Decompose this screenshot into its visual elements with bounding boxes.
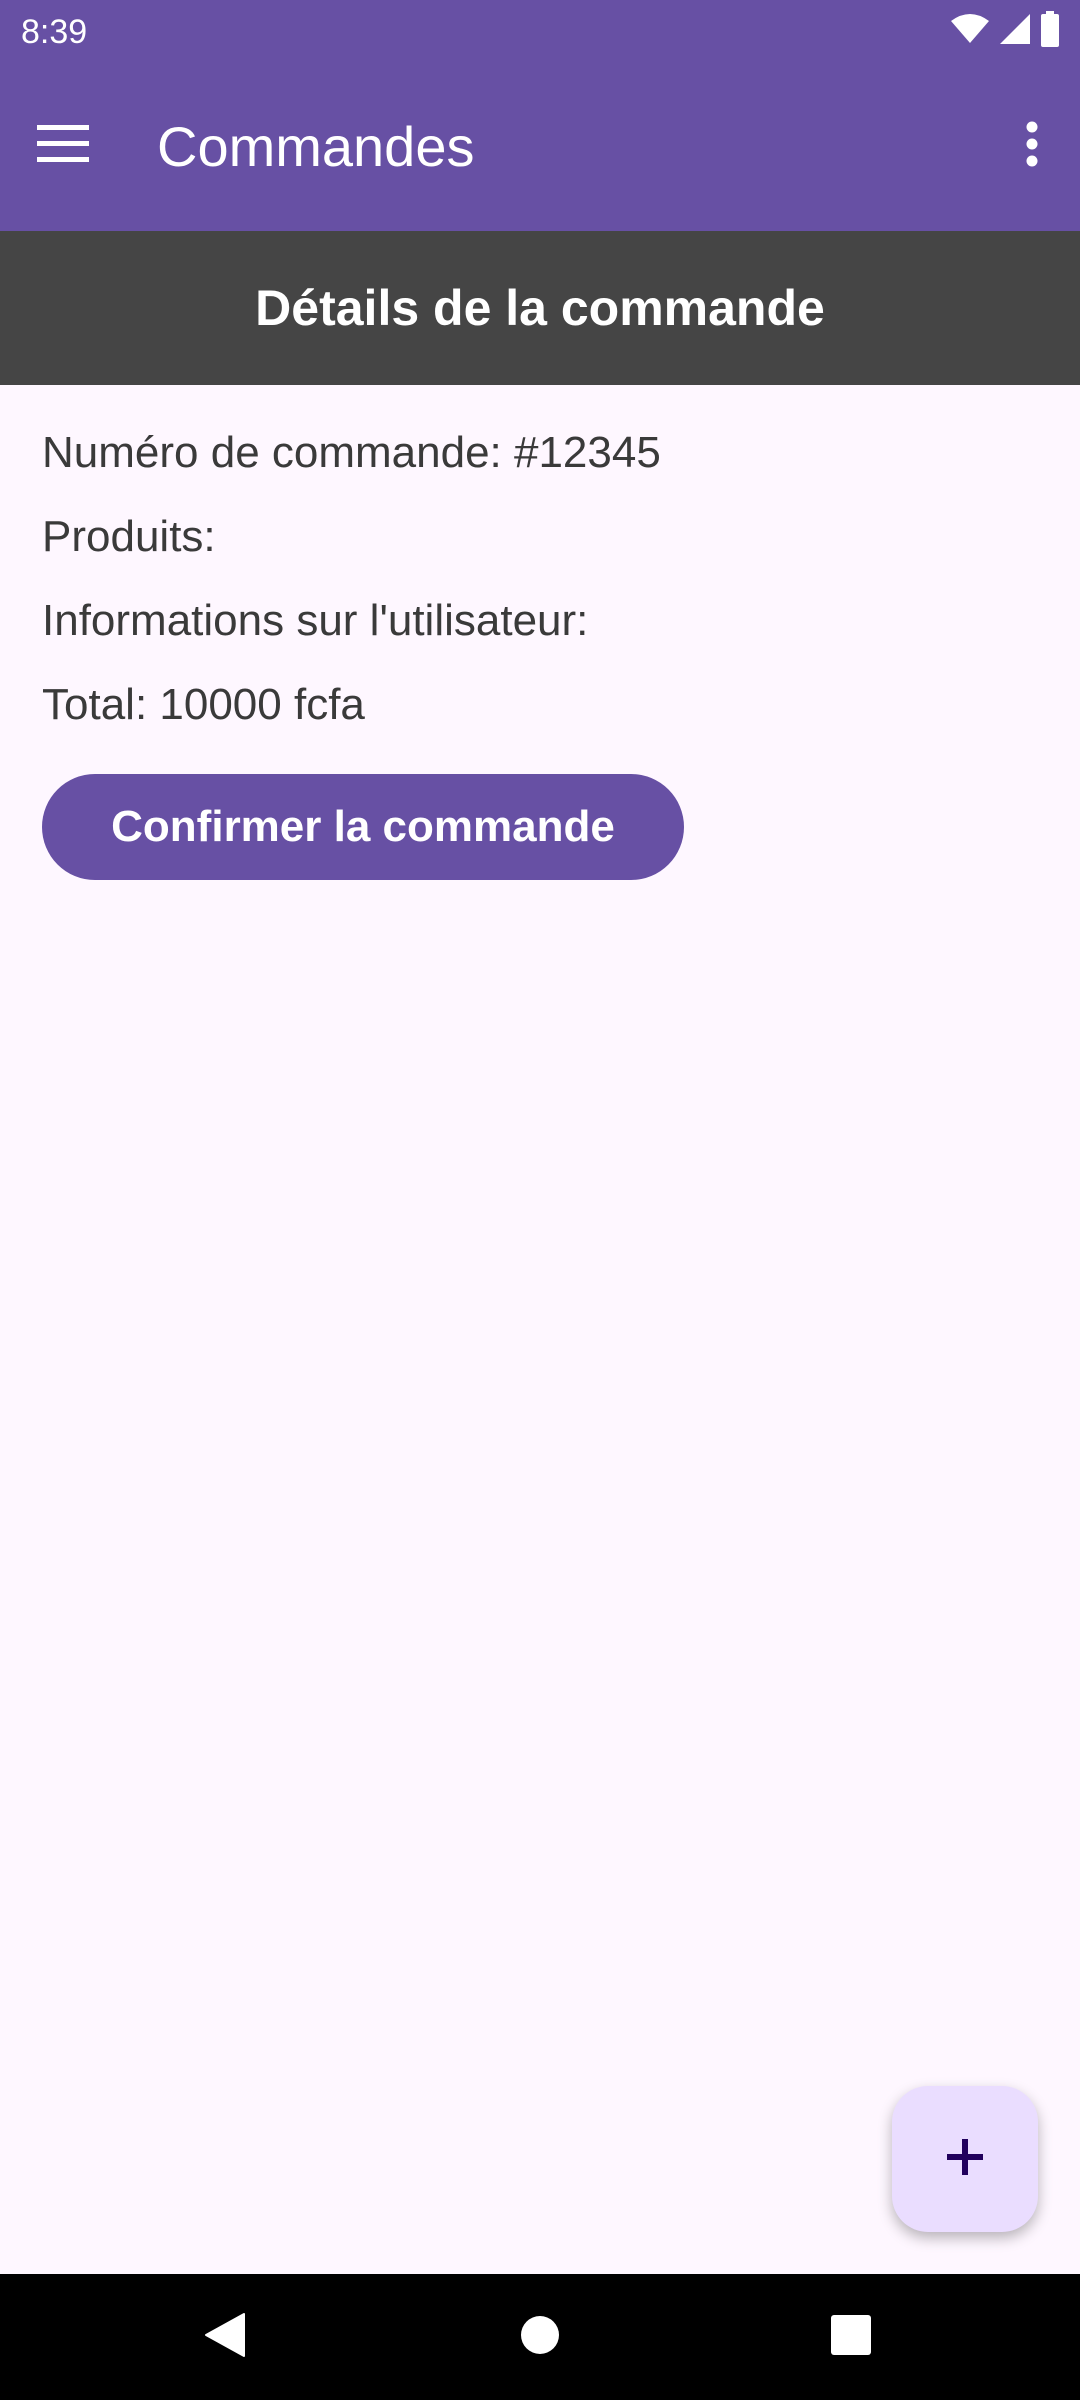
order-total: Total: 10000 fcfa bbox=[42, 680, 365, 729]
home-button[interactable] bbox=[505, 2302, 575, 2372]
screen: 8:39 Commandes Détails de la commande Nu… bbox=[0, 0, 1080, 2400]
hamburger-menu-icon bbox=[37, 124, 89, 168]
more-vert-icon bbox=[1026, 121, 1038, 172]
recents-icon bbox=[831, 2314, 871, 2360]
section-title: Détails de la commande bbox=[255, 280, 825, 336]
app-bar: Commandes bbox=[0, 63, 1080, 231]
section-header: Détails de la commande bbox=[0, 231, 1080, 385]
confirm-order-label: Confirmer la commande bbox=[111, 802, 615, 851]
menu-button[interactable] bbox=[30, 113, 96, 179]
home-icon bbox=[520, 2315, 560, 2360]
overflow-menu-button[interactable] bbox=[1002, 111, 1062, 181]
add-fab-button[interactable] bbox=[892, 2086, 1038, 2232]
status-bar: 8:39 bbox=[0, 0, 1080, 63]
order-user-info: Informations sur l'utilisateur: bbox=[42, 596, 589, 645]
back-button[interactable] bbox=[190, 2302, 260, 2372]
confirm-order-button[interactable]: Confirmer la commande bbox=[42, 774, 684, 880]
battery-icon bbox=[1040, 10, 1060, 52]
plus-icon bbox=[947, 2138, 983, 2180]
signal-icon bbox=[998, 12, 1032, 51]
back-icon bbox=[204, 2312, 246, 2363]
order-products: Produits: bbox=[42, 512, 216, 561]
navigation-bar bbox=[0, 2274, 1080, 2400]
status-time: 8:39 bbox=[21, 13, 88, 51]
order-number: Numéro de commande: #12345 bbox=[42, 428, 661, 477]
order-details: Numéro de commande: #12345 Produits: Inf… bbox=[42, 425, 1042, 761]
wifi-icon bbox=[950, 13, 990, 50]
status-icons bbox=[950, 10, 1060, 52]
app-title: Commandes bbox=[157, 115, 475, 178]
recents-button[interactable] bbox=[816, 2302, 886, 2372]
